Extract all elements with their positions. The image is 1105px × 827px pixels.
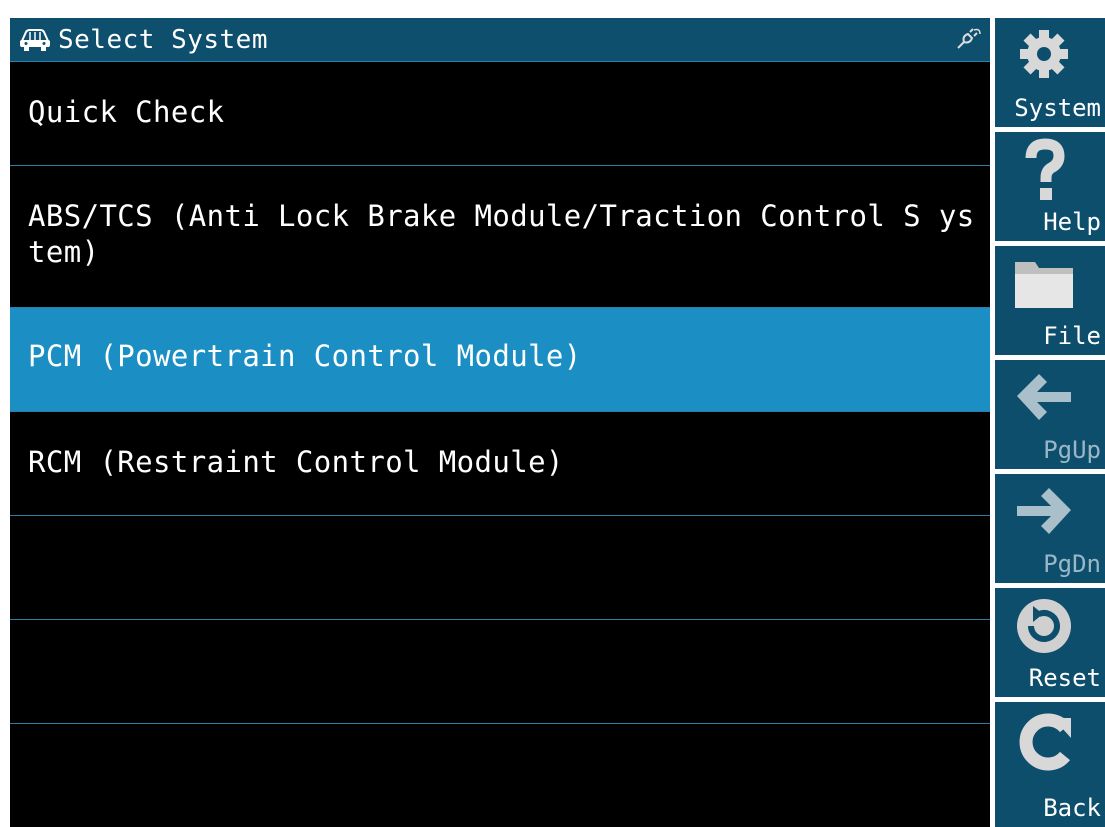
- arrow-right-icon: [1017, 488, 1071, 534]
- help-button-label: Help: [1043, 208, 1101, 236]
- menu-item-empty[interactable]: [10, 620, 990, 724]
- back-icon: [1019, 713, 1071, 771]
- file-button[interactable]: File: [995, 246, 1105, 360]
- page-up-button-label: PgUp: [1043, 436, 1101, 464]
- car-icon: [20, 29, 50, 51]
- gear-icon: [1020, 30, 1068, 78]
- question-mark-icon: [1025, 138, 1065, 200]
- reset-button[interactable]: Reset: [995, 588, 1105, 702]
- menu-item-label: ABS/TCS (Anti Lock Brake Module/Traction…: [28, 199, 975, 269]
- page-title: Select System: [58, 25, 268, 55]
- arrow-left-icon: [1017, 374, 1071, 420]
- back-button[interactable]: Back: [995, 702, 1105, 827]
- top-border: [0, 0, 1105, 18]
- function-sidebar: System Help File PgUp PgDn Reset Back: [995, 18, 1105, 827]
- back-button-label: Back: [1043, 794, 1101, 822]
- reset-button-label: Reset: [1028, 664, 1101, 692]
- menu-item-label: RCM (Restraint Control Module): [28, 445, 564, 479]
- file-button-label: File: [1043, 322, 1101, 350]
- menu-item-pcm[interactable]: PCM (Powertrain Control Module): [10, 308, 990, 412]
- menu-item-abs-tcs[interactable]: ABS/TCS (Anti Lock Brake Module/Traction…: [10, 166, 990, 308]
- diagnostic-screen: Select System Quick Check ABS/TCS (Anti …: [0, 0, 1105, 827]
- menu-item-empty[interactable]: [10, 724, 990, 827]
- menu-item-empty[interactable]: [10, 516, 990, 620]
- connector-plug-icon: [957, 28, 981, 49]
- title-bar: Select System: [10, 18, 990, 62]
- page-down-button[interactable]: PgDn: [995, 474, 1105, 588]
- system-button[interactable]: System: [995, 18, 1105, 132]
- folder-icon: [1015, 262, 1073, 308]
- menu-item-label: PCM (Powertrain Control Module): [28, 339, 582, 373]
- page-up-button[interactable]: PgUp: [995, 360, 1105, 474]
- menu-item-quick-check[interactable]: Quick Check: [10, 62, 990, 166]
- menu-item-rcm[interactable]: RCM (Restraint Control Module): [10, 412, 990, 516]
- help-button[interactable]: Help: [995, 132, 1105, 246]
- page-down-button-label: PgDn: [1043, 550, 1101, 578]
- system-list-panel: Select System Quick Check ABS/TCS (Anti …: [10, 18, 990, 827]
- reset-icon: [1017, 599, 1071, 653]
- menu-item-label: Quick Check: [28, 95, 225, 129]
- system-button-label: System: [1014, 94, 1101, 122]
